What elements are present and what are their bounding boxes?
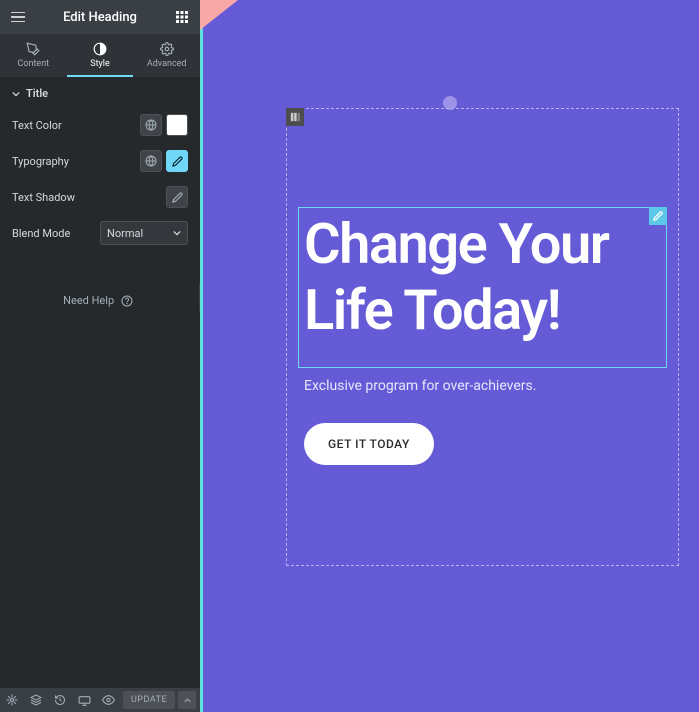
sidebar-header: Edit Heading: [0, 0, 200, 34]
sidebar-footer: UPDATE: [0, 688, 200, 712]
text-shadow-edit-button[interactable]: [166, 186, 188, 208]
blend-mode-label: Blend Mode: [12, 227, 70, 240]
editor-sidebar: Edit Heading Content Style Advanced: [0, 0, 200, 712]
menu-icon[interactable]: [10, 9, 26, 25]
page-subtext[interactable]: Exclusive program for over-achievers.: [304, 378, 536, 394]
tab-style[interactable]: Style: [67, 34, 134, 77]
settings-icon[interactable]: [0, 688, 24, 712]
section-title-label: Title: [26, 87, 48, 100]
page-heading[interactable]: Change Your Life Today!: [304, 212, 661, 343]
responsive-icon[interactable]: [72, 688, 96, 712]
style-controls: Text Color Typography: [0, 110, 200, 254]
caret-down-icon: [12, 90, 20, 98]
widgets-icon[interactable]: [174, 9, 190, 25]
editor-tabs: Content Style Advanced: [0, 34, 200, 77]
history-icon[interactable]: [48, 688, 72, 712]
text-color-swatch[interactable]: [166, 114, 188, 136]
globe-icon[interactable]: [140, 114, 162, 136]
tab-content[interactable]: Content: [0, 34, 67, 77]
save-options-button[interactable]: [178, 691, 196, 709]
navigator-icon[interactable]: [24, 688, 48, 712]
caret-down-icon: [173, 229, 181, 237]
help-link[interactable]: Need Help: [0, 294, 200, 307]
column-handle-icon[interactable]: [286, 108, 304, 126]
typography-edit-button[interactable]: [166, 150, 188, 172]
help-icon: [121, 295, 133, 307]
blend-mode-select[interactable]: Normal: [100, 221, 188, 245]
text-shadow-label: Text Shadow: [12, 191, 75, 204]
globe-icon[interactable]: [140, 150, 162, 172]
canvas[interactable]: Change Your Life Today! Exclusive progra…: [200, 0, 699, 712]
text-color-label: Text Color: [12, 119, 62, 132]
update-button[interactable]: UPDATE: [123, 691, 175, 709]
typography-label: Typography: [12, 155, 69, 168]
canvas-edge: [200, 0, 203, 712]
panel-title: Edit Heading: [63, 10, 137, 25]
cta-button[interactable]: GET IT TODAY: [304, 423, 434, 465]
section-title-toggle[interactable]: Title: [0, 77, 200, 110]
blend-mode-value: Normal: [107, 227, 143, 240]
tab-advanced[interactable]: Advanced: [133, 34, 200, 77]
preview-icon[interactable]: [96, 688, 120, 712]
